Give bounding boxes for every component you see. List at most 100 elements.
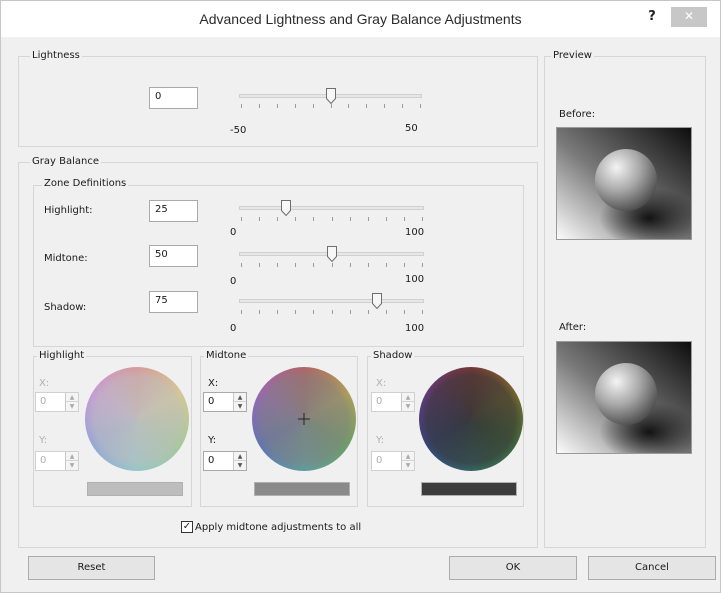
spin-down-icon[interactable]: ▼: [66, 461, 78, 470]
slider-tick: [367, 310, 369, 314]
shadow-y-spin-arrows: ▲ ▼: [401, 452, 414, 470]
slider-tick: [384, 104, 386, 108]
shadow-x-spinner[interactable]: 0 ▲ ▼: [371, 392, 415, 412]
lightness-group: [18, 56, 538, 147]
highlight-zone-slider-thumb[interactable]: [281, 200, 292, 216]
shadow-zone-slider-track[interactable]: [239, 299, 424, 303]
midtone-zone-slider-thumb[interactable]: [326, 246, 337, 262]
highlight-x-spin-arrows: ▲ ▼: [65, 393, 78, 411]
slider-tick: [349, 217, 351, 221]
spin-down-icon[interactable]: ▼: [234, 402, 246, 411]
spin-down-icon[interactable]: ▼: [402, 402, 414, 411]
slider-tick: [241, 310, 242, 314]
slider-tick: [277, 310, 279, 314]
shadow-y-value: 0: [376, 455, 383, 466]
after-label: After:: [559, 322, 587, 333]
slider-tick: [313, 217, 315, 221]
midtone-x-spin-arrows: ▲ ▼: [233, 393, 246, 411]
slider-tick: [258, 104, 260, 108]
slider-tick: [259, 263, 261, 267]
shadow-y-label: Y:: [376, 435, 385, 446]
spin-down-icon[interactable]: ▼: [402, 461, 414, 470]
spin-up-icon[interactable]: ▲: [234, 452, 246, 461]
spin-up-icon[interactable]: ▲: [402, 452, 414, 461]
shadow-zone-input[interactable]: 75: [149, 291, 198, 313]
slider-tick: [349, 263, 351, 267]
shadow-color-swatch: [421, 482, 517, 496]
midtone-x-value: 0: [208, 396, 215, 407]
apply-midtone-label[interactable]: Apply midtone adjustments to all: [195, 522, 361, 533]
spin-up-icon[interactable]: ▲: [66, 393, 78, 402]
slider-tick: [277, 263, 279, 267]
lightness-group-label: Lightness: [30, 50, 82, 61]
slider-tick: [403, 217, 405, 221]
slider-tick: [241, 217, 242, 221]
cancel-button[interactable]: Cancel: [588, 556, 716, 580]
lightness-slider-thumb[interactable]: [325, 88, 336, 104]
reset-button[interactable]: Reset: [28, 556, 155, 580]
preview-group-label: Preview: [551, 50, 594, 61]
before-preview-image: [556, 127, 692, 240]
spin-up-icon[interactable]: ▲: [234, 393, 246, 402]
highlight-zone-label: Highlight:: [44, 205, 93, 216]
midtone-y-spinner[interactable]: 0 ▲ ▼: [203, 451, 247, 471]
slider-tick: [330, 104, 332, 108]
highlight-x-spinner[interactable]: 0 ▲ ▼: [35, 392, 79, 412]
highlight-y-label: Y:: [39, 435, 48, 446]
spin-up-icon[interactable]: ▲: [66, 452, 78, 461]
slider-tick: [259, 310, 261, 314]
help-button[interactable]: ?: [641, 7, 663, 29]
shadow-x-spin-arrows: ▲ ▼: [401, 393, 414, 411]
slider-tick: [294, 104, 296, 108]
slider-tick: [312, 104, 314, 108]
slider-tick: [295, 310, 297, 314]
dialog-title: Advanced Lightness and Gray Balance Adju…: [199, 11, 522, 27]
zone-definitions-label: Zone Definitions: [42, 178, 129, 189]
lightness-min-label: -50: [230, 125, 247, 136]
spin-down-icon[interactable]: ▼: [66, 402, 78, 411]
slider-tick: [277, 217, 279, 221]
shadow-x-label: X:: [376, 378, 387, 389]
shadow-zone-min-label: 0: [230, 323, 237, 334]
midtone-zone-min-label: 0: [230, 276, 237, 287]
after-preview-image: [556, 341, 692, 454]
slider-tick: [385, 217, 387, 221]
spin-down-icon[interactable]: ▼: [234, 461, 246, 470]
highlight-color-swatch: [87, 482, 183, 496]
slider-tick: [420, 104, 421, 108]
highlight-zone-slider-track[interactable]: [239, 206, 424, 210]
ok-button[interactable]: OK: [449, 556, 577, 580]
highlight-zone-max-label: 100: [405, 227, 425, 238]
slider-tick: [385, 310, 387, 314]
midtone-zone-input[interactable]: 50: [149, 245, 198, 267]
slider-tick: [367, 263, 369, 267]
highlight-zone-input[interactable]: 25: [149, 200, 198, 222]
slider-tick: [259, 217, 261, 221]
highlight-y-spin-arrows: ▲ ▼: [65, 452, 78, 470]
slider-tick: [403, 310, 405, 314]
shadow-zone-max-label: 100: [405, 323, 425, 334]
midtone-zone-max-label: 100: [405, 274, 425, 285]
close-button[interactable]: ✕: [671, 7, 707, 27]
highlight-y-value: 0: [40, 455, 47, 466]
midtone-x-spinner[interactable]: 0 ▲ ▼: [203, 392, 247, 412]
lightness-input[interactable]: 0: [149, 87, 198, 109]
slider-tick: [313, 263, 315, 267]
highlight-y-spinner[interactable]: 0 ▲ ▼: [35, 451, 79, 471]
spin-up-icon[interactable]: ▲: [402, 393, 414, 402]
shadow-zone-slider-thumb[interactable]: [371, 293, 382, 309]
title-bar: Advanced Lightness and Gray Balance Adju…: [1, 1, 720, 37]
slider-tick: [422, 263, 423, 267]
midtone-y-spin-arrows: ▲ ▼: [233, 452, 246, 470]
slider-tick: [366, 104, 368, 108]
gray-balance-group-label: Gray Balance: [30, 156, 101, 167]
apply-midtone-checkbox[interactable]: ✓: [181, 521, 193, 533]
slider-tick: [313, 310, 315, 314]
highlight-x-label: X:: [39, 378, 50, 389]
highlight-color-label: Highlight: [37, 350, 87, 361]
slider-tick: [241, 263, 242, 267]
slider-tick: [331, 217, 333, 221]
shadow-y-spinner[interactable]: 0 ▲ ▼: [371, 451, 415, 471]
slider-tick: [367, 217, 369, 221]
crosshair-icon: [297, 412, 311, 426]
